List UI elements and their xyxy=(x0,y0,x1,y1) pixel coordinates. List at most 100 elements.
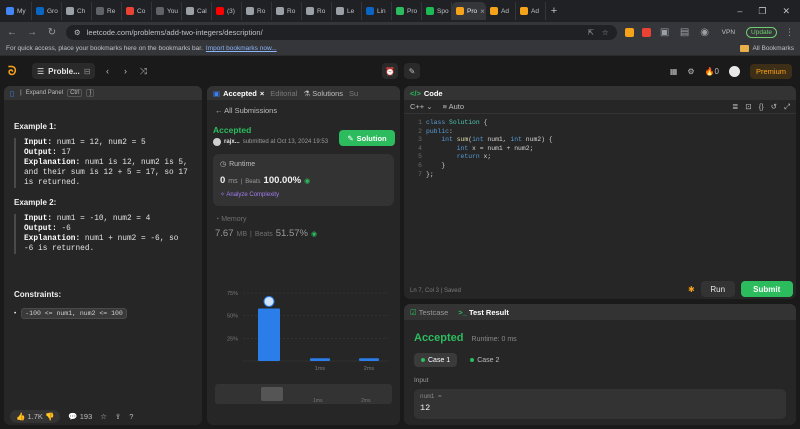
reset-icon[interactable]: ↺ xyxy=(771,102,777,112)
url-input[interactable]: ⚙ leetcode.com/problems/add-two-integers… xyxy=(66,24,617,40)
browser-tab[interactable]: Spo xyxy=(422,2,452,20)
site-info-icon[interactable]: ⚙ xyxy=(74,28,81,37)
username[interactable]: rajx... xyxy=(224,139,240,145)
fullscreen-icon[interactable]: ⤢ xyxy=(784,102,790,112)
debug-icon[interactable]: ✱ xyxy=(688,285,695,294)
thumbs-down-icon[interactable]: 👎 xyxy=(45,412,54,421)
leetcode-logo-icon[interactable]: ᘐ xyxy=(8,65,20,77)
browser-tab-label: (3) xyxy=(227,7,235,15)
close-tab-icon[interactable]: × xyxy=(480,7,485,16)
tab-solutions[interactable]: ⚗ Solutions xyxy=(303,89,343,98)
code-line[interactable]: int x = num1 + num2; xyxy=(426,145,553,154)
shuffle-icon[interactable]: ⤨ xyxy=(137,66,149,77)
streak-counter[interactable]: 🔥0 xyxy=(705,67,719,76)
reading-list-icon[interactable]: ▤ xyxy=(679,27,691,38)
chart-range-slider[interactable]: 1ms 2ms xyxy=(215,384,392,404)
help-icon[interactable]: ? xyxy=(129,412,133,421)
browser-menu-icon[interactable]: ⋮ xyxy=(785,27,794,38)
browser-tab[interactable]: Cal xyxy=(182,2,212,20)
code-line[interactable]: } xyxy=(426,162,553,171)
browser-tab[interactable]: Lin xyxy=(362,2,392,20)
comments-button[interactable]: 💬 193 xyxy=(68,412,92,421)
expand-panel-tooltip[interactable]: | Expand Panel Ctrl } xyxy=(20,89,95,97)
tab-submissions[interactable]: Su xyxy=(349,89,358,98)
browser-tab[interactable]: Pro × xyxy=(452,2,486,20)
reload-icon[interactable]: ↻ xyxy=(46,27,58,38)
browser-tab[interactable]: Gro xyxy=(32,2,62,20)
browser-tab[interactable]: Ro xyxy=(272,2,302,20)
memory-title[interactable]: ◔ Memory xyxy=(215,216,392,223)
browser-tab[interactable]: Pro xyxy=(392,2,422,20)
code-line[interactable]: }; xyxy=(426,171,553,180)
browser-tab[interactable]: Ro xyxy=(302,2,332,20)
layout-icon[interactable]: ▦ xyxy=(670,67,678,76)
all-bookmarks-button[interactable]: All Bookmarks xyxy=(740,45,794,52)
input-var-value: 12 xyxy=(420,403,431,413)
tab-editorial[interactable]: Editorial xyxy=(270,89,297,98)
analyze-complexity-link[interactable]: ✧ Analyze Complexity xyxy=(220,191,387,198)
premium-button[interactable]: Premium xyxy=(749,63,792,79)
new-tab-button[interactable]: + xyxy=(546,5,562,17)
import-bookmarks-link[interactable]: Import bookmarks now... xyxy=(206,45,277,52)
case-1-tab[interactable]: Case 1 xyxy=(414,353,458,367)
next-problem-icon[interactable]: › xyxy=(119,66,131,76)
browser-tab[interactable]: Ad xyxy=(486,2,516,20)
forward-icon[interactable]: → xyxy=(26,27,38,38)
submit-button[interactable]: Submit xyxy=(740,281,793,297)
mode-select[interactable]: ≡ Auto xyxy=(443,102,465,111)
bookmark-icon[interactable]: ⊡ xyxy=(745,102,751,112)
browser-tab[interactable]: Le xyxy=(332,2,362,20)
browser-tab[interactable]: Ro xyxy=(242,2,272,20)
browser-tab[interactable]: (3) xyxy=(212,2,242,20)
update-button[interactable]: Update xyxy=(746,26,777,38)
favorite-star-icon[interactable]: ☆ xyxy=(100,412,107,421)
prev-problem-icon[interactable]: ‹ xyxy=(101,66,113,76)
extension-icon[interactable] xyxy=(641,27,651,37)
panel-toggle-icon[interactable]: ⊟ xyxy=(84,67,91,76)
language-select[interactable]: C++ ⌄ xyxy=(410,102,433,111)
bookmark-star-icon[interactable]: ☆ xyxy=(602,28,609,37)
runtime-card[interactable]: ◷ Runtime 0 ms | Beats 100.00% ◉ ✧ Analyz… xyxy=(213,154,394,206)
browser-tab[interactable]: Ch xyxy=(62,2,92,20)
problem-list-button[interactable]: ☰ Proble... ⊟ xyxy=(32,63,96,79)
code-editor[interactable]: 1234567 class Solution {public: int sum(… xyxy=(404,114,796,179)
code-line[interactable]: int sum(int num1, int num2) { xyxy=(426,136,552,145)
tab-accepted[interactable]: ▣ Accepted × xyxy=(213,89,264,98)
all-submissions-link[interactable]: ← All Submissions xyxy=(207,100,400,115)
runtime-distribution-chart[interactable]: 75% 50% 25% 1ms 2ms xyxy=(227,279,392,374)
browser-tab[interactable]: You xyxy=(152,2,182,20)
code-line[interactable]: return x; xyxy=(426,153,553,162)
extensions-puzzle-icon[interactable]: ▣ xyxy=(659,27,671,38)
browser-tab[interactable]: Ad xyxy=(516,2,546,20)
like-button[interactable]: 👍 1.7K 👎 xyxy=(10,409,61,423)
maximize-icon[interactable]: ❐ xyxy=(758,6,766,17)
code-source[interactable]: class Solution {public: int sum(int num1… xyxy=(426,119,553,179)
back-icon[interactable]: ← xyxy=(6,27,18,38)
browser-tab[interactable]: My xyxy=(2,2,32,20)
avatar[interactable] xyxy=(728,65,740,77)
tab-testcase[interactable]: ☑ Testcase xyxy=(410,308,448,317)
format-icon[interactable]: ≣ xyxy=(732,102,738,112)
braces-icon[interactable]: {} xyxy=(759,102,764,112)
notes-icon[interactable]: ✎ xyxy=(404,63,420,79)
extension-icon[interactable] xyxy=(624,27,634,37)
vpn-badge[interactable]: VPN xyxy=(719,28,738,37)
close-tab-icon[interactable]: × xyxy=(260,89,264,98)
browser-tab[interactable]: Re xyxy=(92,2,122,20)
test-tabs: ☑ Testcase >_ Test Result xyxy=(404,304,796,320)
share-icon[interactable]: ⇪ xyxy=(115,412,121,421)
tab-test-result[interactable]: >_ Test Result xyxy=(458,308,509,317)
browser-tab[interactable]: Co xyxy=(122,2,152,20)
run-button[interactable]: Run xyxy=(700,281,735,297)
settings-gear-icon[interactable]: ⚙ xyxy=(687,67,694,76)
close-window-icon[interactable]: ✕ xyxy=(782,6,790,17)
code-line[interactable]: class Solution { xyxy=(426,119,553,128)
code-line[interactable]: public: xyxy=(426,128,553,137)
range-handle[interactable] xyxy=(261,387,283,401)
minimize-icon[interactable]: – xyxy=(737,6,742,17)
solution-button[interactable]: ✎ Solution xyxy=(339,130,395,146)
timer-icon[interactable]: ⏰ xyxy=(382,63,398,79)
profile-icon[interactable]: ◉ xyxy=(699,27,711,38)
install-icon[interactable]: ⇱ xyxy=(588,28,594,37)
case-2-tab[interactable]: Case 2 xyxy=(463,353,506,367)
